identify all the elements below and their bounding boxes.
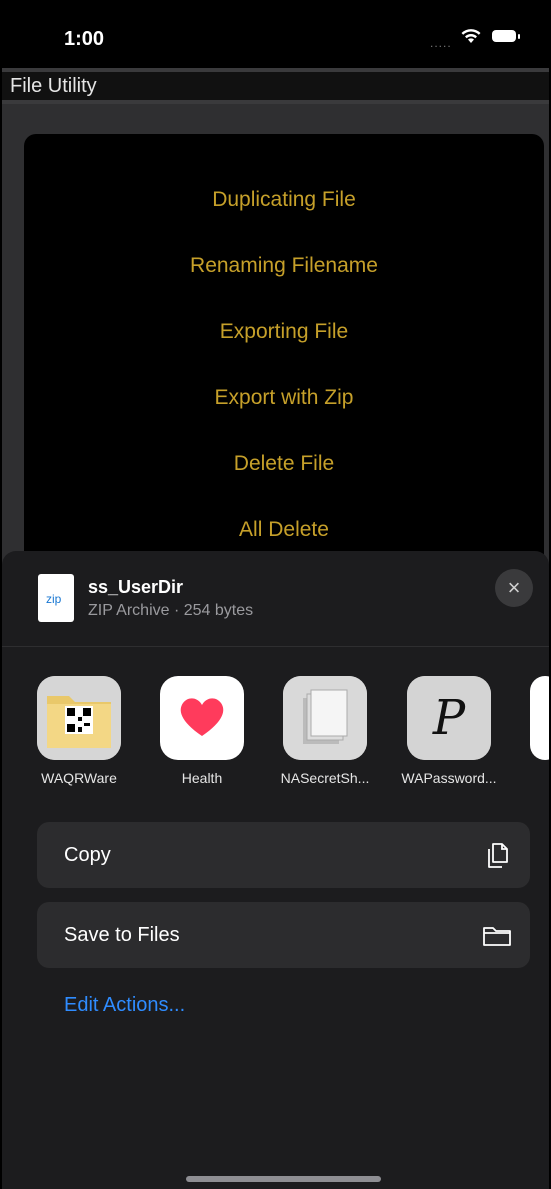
- menu-item-duplicating-file[interactable]: Duplicating File: [24, 188, 544, 212]
- home-indicator[interactable]: [186, 1176, 381, 1182]
- app-wapassword[interactable]: P: [407, 676, 491, 760]
- heart-icon: [180, 698, 224, 736]
- copy-label: Copy: [64, 844, 111, 866]
- copy-action[interactable]: Copy: [37, 822, 530, 888]
- status-bar: 1:00 .....: [2, 0, 549, 68]
- menu-item-all-delete[interactable]: All Delete: [24, 518, 544, 542]
- app-title: File Utility: [10, 75, 97, 97]
- app-label-wapassword: WAPassword...: [401, 770, 497, 786]
- cellular-signal-icon: .....: [430, 36, 452, 50]
- menu-panel: Duplicating File Renaming Filename Expor…: [24, 134, 544, 614]
- svg-text:P: P: [432, 690, 466, 746]
- battery-tip: [518, 34, 520, 39]
- app-health[interactable]: [160, 676, 244, 760]
- file-icon-text: zip: [46, 592, 62, 606]
- phone-screen: 1:00 ..... File Utility Duplicating File…: [0, 0, 551, 1189]
- documents-icon: [283, 676, 367, 760]
- wifi-icon: [461, 29, 481, 43]
- file-meta: ZIP Archive · 254 bytes: [88, 602, 254, 619]
- script-p-icon: P: [407, 676, 491, 760]
- app-waqrware[interactable]: [37, 676, 121, 760]
- close-button[interactable]: ×: [495, 569, 533, 607]
- app-label-nasecretsh: NASecretSh...: [280, 770, 370, 786]
- close-icon: ×: [507, 575, 521, 600]
- app-nasecretsh[interactable]: [283, 676, 367, 760]
- file-name: ss_UserDir: [88, 577, 184, 597]
- app-title-bar: File Utility: [2, 72, 549, 100]
- folder-icon: [483, 927, 511, 946]
- menu-item-renaming-filename[interactable]: Renaming Filename: [24, 254, 544, 278]
- app-label-waqrware: WAQRWare: [41, 770, 117, 786]
- app-partial-next[interactable]: [530, 676, 549, 760]
- menu-item-delete-file[interactable]: Delete File: [24, 452, 544, 476]
- menu-item-export-with-zip[interactable]: Export with Zip: [24, 386, 544, 410]
- menu-item-exporting-file[interactable]: Exporting File: [24, 320, 544, 344]
- battery-icon: [492, 30, 516, 42]
- copy-icon: [488, 843, 508, 868]
- save-to-files-action[interactable]: Save to Files: [37, 902, 530, 968]
- zip-file-icon: zip: [38, 574, 74, 622]
- qr-folder-icon: [37, 676, 121, 760]
- sheet-divider: [2, 646, 549, 647]
- app-label-health: Health: [181, 770, 223, 786]
- status-time: 1:00: [64, 28, 105, 50]
- edit-actions-link[interactable]: Edit Actions...: [64, 994, 185, 1017]
- save-to-files-label: Save to Files: [64, 924, 180, 946]
